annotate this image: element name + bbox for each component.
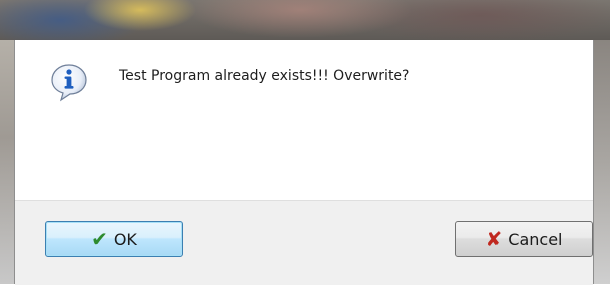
info-icon	[51, 64, 87, 102]
title-bar[interactable]	[0, 0, 610, 40]
cancel-button-label: Cancel	[508, 229, 563, 249]
window-frame-left	[0, 40, 14, 284]
window-frame-right	[594, 40, 610, 284]
dialog-window: Test Program already exists!!! Overwrite…	[0, 0, 610, 285]
ok-button-label: OK	[113, 229, 137, 249]
button-bar: ✔ OK ✘ Cancel	[15, 200, 593, 285]
checkmark-icon: ✔	[91, 227, 108, 251]
dialog-body: Test Program already exists!!! Overwrite…	[14, 40, 594, 285]
ok-button[interactable]: ✔ OK	[45, 221, 183, 257]
x-icon: ✘	[485, 227, 503, 251]
cancel-button[interactable]: ✘ Cancel	[455, 221, 593, 257]
dialog-message: Test Program already exists!!! Overwrite…	[119, 68, 410, 84]
message-area: Test Program already exists!!! Overwrite…	[15, 40, 593, 200]
